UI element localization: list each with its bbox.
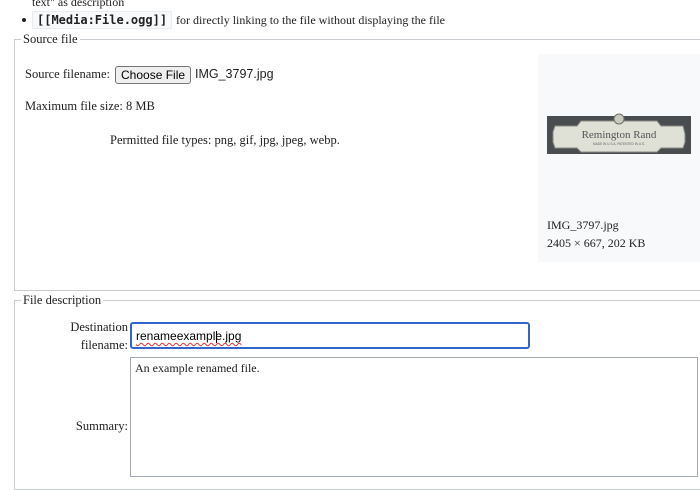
plaque-subtext: MADE IN U.S.A. PATENTED IN U.S. — [593, 142, 645, 146]
media-link-bullet: [[Media:File.ogg]] for directly linking t… — [22, 11, 445, 29]
text-caret — [216, 330, 218, 343]
preview-filename: IMG_3797.jpg — [547, 218, 619, 232]
destination-label-line2: filename: — [80, 338, 128, 352]
media-link-description: for directly linking to the file without… — [176, 13, 445, 27]
preview-file-info: 2405 × 667, 202 KB — [547, 236, 646, 250]
destination-filename-label: Destination filename: — [40, 318, 128, 354]
chosen-filename: IMG_3797.jpg — [195, 67, 274, 81]
source-filename-label: Source filename: — [25, 67, 111, 81]
file-thumbnail-image: Remington Rand MADE IN U.S.A. PATENTED I… — [547, 113, 691, 154]
summary-label: Summary: — [75, 419, 128, 433]
max-file-size: Maximum file size: 8 MB — [25, 99, 155, 113]
file-preview-panel: Remington Rand MADE IN U.S.A. PATENTED I… — [538, 54, 700, 262]
choose-file-button[interactable]: Choose File — [115, 66, 192, 84]
intro-trailing-text: text" as description — [32, 0, 125, 9]
bullet-dot — [22, 18, 26, 23]
source-file-legend: Source file — [21, 32, 80, 47]
destination-filename-input[interactable]: renameexample.jpg — [130, 322, 530, 349]
destination-label-line1: Destination — [70, 320, 128, 334]
permitted-file-types: Permitted file types: png, gif, jpg, jpe… — [110, 133, 340, 147]
media-link-code: [[Media:File.ogg]] — [32, 11, 173, 29]
destination-filename-value: renameexample.jpg — [136, 329, 242, 343]
file-description-legend: File description — [21, 293, 104, 308]
plaque-text: Remington Rand — [582, 129, 657, 141]
summary-textarea[interactable]: An example renamed file. — [130, 357, 698, 477]
